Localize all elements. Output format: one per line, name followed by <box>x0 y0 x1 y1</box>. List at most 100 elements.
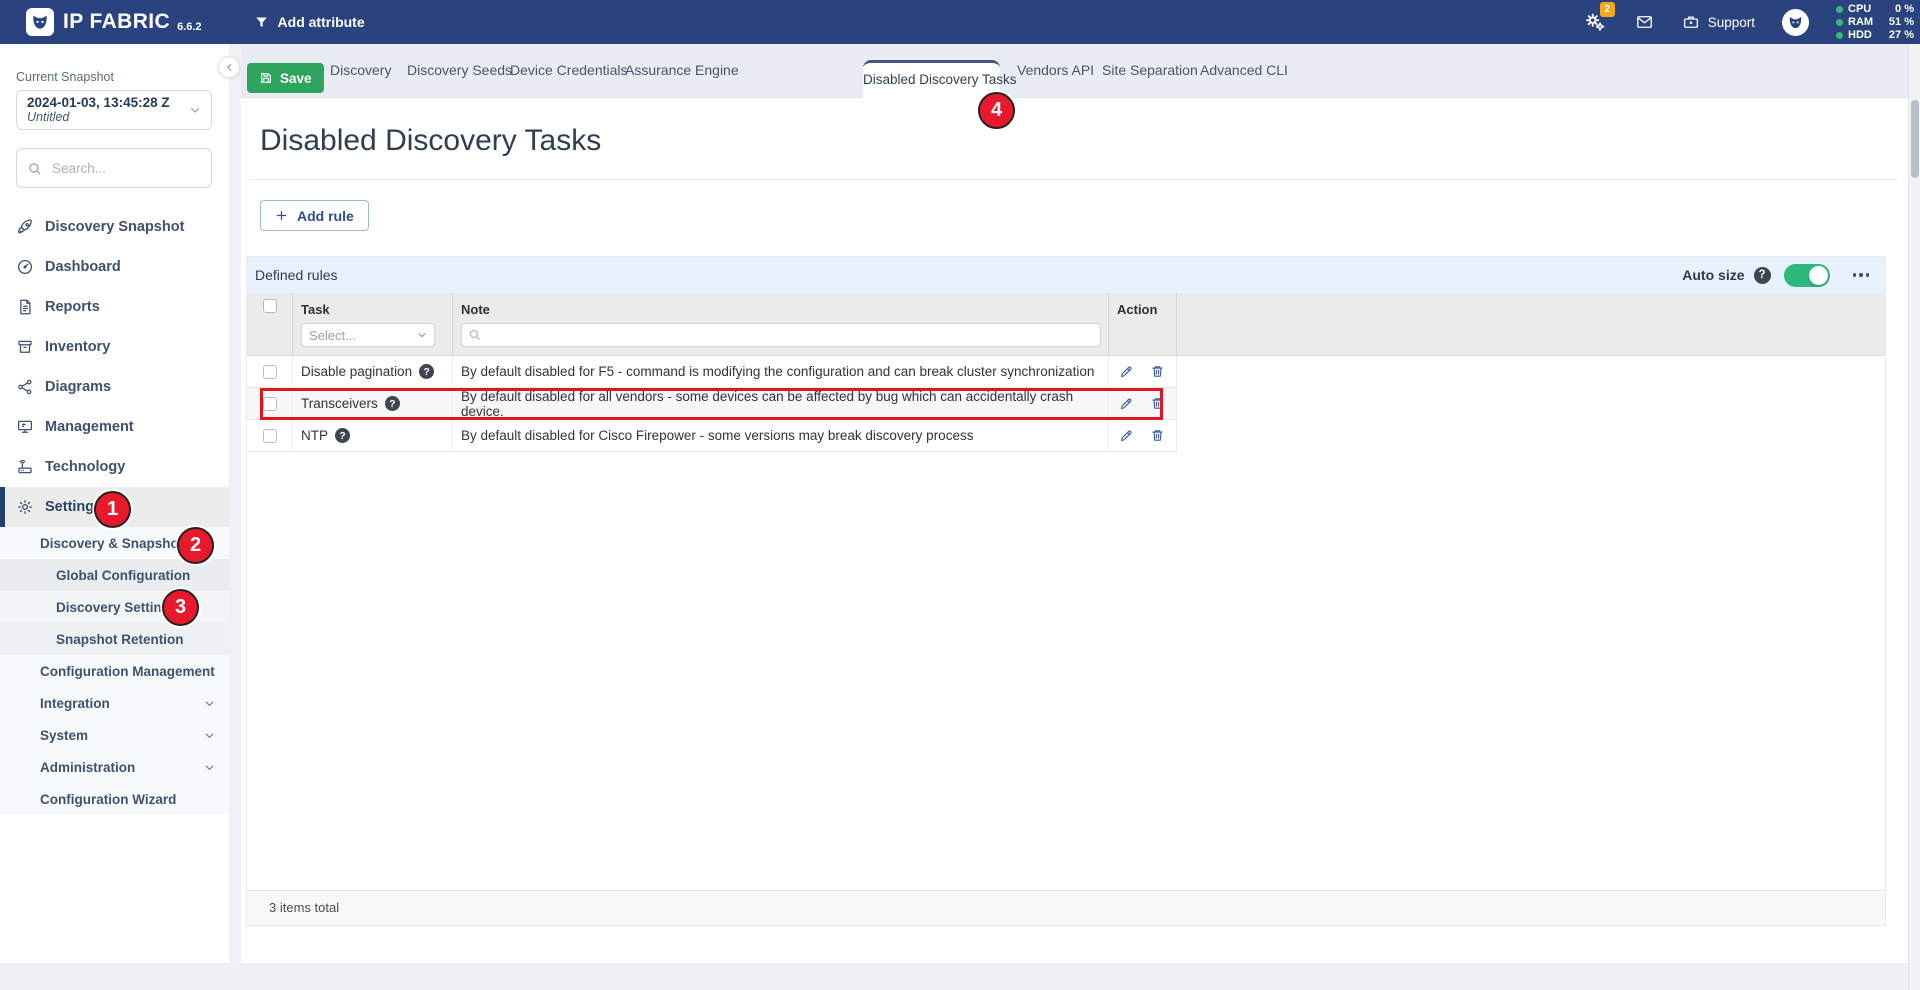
sidebar-collapse-button[interactable] <box>218 56 240 78</box>
rule-note: By default disabled for all vendors - so… <box>461 389 1108 419</box>
action-column-header: Action <box>1109 293 1177 355</box>
rule-note: By default disabled for F5 - command is … <box>461 364 1094 379</box>
edit-pencil-icon[interactable] <box>1119 364 1134 379</box>
task-name: Disable pagination <box>301 364 412 379</box>
submenu-administration[interactable]: Administration <box>0 751 229 783</box>
brand-name: IP FABRIC <box>63 8 170 36</box>
table-row-transceivers: Transceivers ? By default disabled for a… <box>247 388 1885 420</box>
hdd-stat: HDD 27 % <box>1836 29 1914 42</box>
sidebar-item-diagrams[interactable]: Diagrams <box>0 367 229 407</box>
envelope-icon <box>1634 13 1655 31</box>
auto-size-help-icon[interactable]: ? <box>1754 267 1771 284</box>
messages-button[interactable] <box>1634 13 1655 31</box>
sidebar-gutter <box>229 44 241 963</box>
task-help-icon[interactable]: ? <box>385 396 400 411</box>
sidebar-item-discovery-snapshot[interactable]: Discovery Snapshot <box>0 207 229 247</box>
cpu-stat: CPU 0 % <box>1836 3 1914 16</box>
items-total: 3 items total <box>247 890 1885 925</box>
header-filler <box>1177 293 1885 355</box>
chevron-down-icon <box>204 698 215 709</box>
chevron-down-icon <box>204 762 215 773</box>
scrollbar-thumb[interactable] <box>1911 100 1919 178</box>
note-column-header: Note <box>453 293 1109 355</box>
row-checkbox[interactable] <box>263 365 277 379</box>
defined-rules-panel: Defined rules Auto size ? Task <box>246 256 1886 926</box>
task-help-icon[interactable]: ? <box>335 428 350 443</box>
add-rule-button[interactable]: Add rule <box>260 200 369 231</box>
auto-size-label: Auto size <box>1682 267 1744 283</box>
note-filter-input[interactable] <box>461 323 1101 347</box>
tab-device-credentials[interactable]: Device Credentials <box>510 44 628 97</box>
page-scrollbar[interactable] <box>1908 44 1920 990</box>
sidebar-item-inventory[interactable]: Inventory <box>0 327 229 367</box>
edit-pencil-icon[interactable] <box>1119 428 1134 443</box>
monitor-icon <box>16 418 34 436</box>
search-input[interactable] <box>50 160 231 177</box>
support-label: Support <box>1708 15 1755 30</box>
delete-trash-icon[interactable] <box>1150 396 1165 411</box>
submenu-configuration-management[interactable]: Configuration Management <box>0 655 229 687</box>
tab-vendors-api[interactable]: Vendors API <box>1017 44 1094 97</box>
plus-icon <box>275 209 288 222</box>
tab-discovery-seeds[interactable]: Discovery Seeds <box>407 44 512 97</box>
select-all-checkbox[interactable] <box>263 299 277 313</box>
submenu-snapshot-retention[interactable]: Snapshot Retention <box>0 623 229 655</box>
notifications-badge: 2 <box>1600 2 1615 17</box>
system-settings-button[interactable]: 2 <box>1583 11 1607 33</box>
sidebar-item-management[interactable]: Management <box>0 407 229 447</box>
toggle-knob <box>1809 266 1828 285</box>
panel-title: Defined rules <box>255 267 338 283</box>
tab-assurance-engine[interactable]: Assurance Engine <box>625 44 739 97</box>
save-floppy-icon <box>259 71 273 85</box>
select-all-column <box>247 293 293 355</box>
add-attribute-label: Add attribute <box>278 14 365 30</box>
snapshot-date: 2024-01-03, 13:45:28 Z <box>27 96 189 111</box>
table-row-ntp: NTP ? By default disabled for Cisco Fire… <box>247 420 1885 452</box>
submenu-system[interactable]: System <box>0 719 229 751</box>
page-bottom-strip <box>0 963 1920 990</box>
add-rule-label: Add rule <box>297 208 354 224</box>
annotation-step-2: 2 <box>177 527 214 564</box>
sidebar-nav: Discovery Snapshot Dashboard Reports Inv… <box>0 207 229 527</box>
snapshot-name: Untitled <box>27 111 189 125</box>
main-area: Save Discovery Discovery Seeds Device Cr… <box>241 44 1908 963</box>
submenu-integration[interactable]: Integration <box>0 687 229 719</box>
app-version: 6.6.2 <box>177 21 201 33</box>
tab-advanced-cli[interactable]: Advanced CLI <box>1200 44 1288 97</box>
user-avatar[interactable] <box>1782 9 1809 36</box>
sidebar-search <box>16 148 212 188</box>
add-attribute-button[interactable]: Add attribute <box>254 14 365 30</box>
auto-size-toggle[interactable] <box>1784 264 1830 287</box>
page-title: Disabled Discovery Tasks <box>260 124 601 158</box>
tab-site-separation[interactable]: Site Separation <box>1102 44 1198 97</box>
more-options-button[interactable] <box>1851 269 1872 281</box>
snapshot-select[interactable]: 2024-01-03, 13:45:28 Z Untitled <box>16 90 212 130</box>
tab-disabled-discovery-tasks[interactable]: Disabled Discovery Tasks <box>863 60 1000 98</box>
delete-trash-icon[interactable] <box>1150 364 1165 379</box>
annotation-step-3: 3 <box>162 589 199 626</box>
task-help-icon[interactable]: ? <box>419 364 434 379</box>
chevron-down-icon <box>189 104 201 116</box>
row-checkbox[interactable] <box>263 397 277 411</box>
current-snapshot-label: Current Snapshot <box>16 70 114 84</box>
save-button[interactable]: Save <box>247 63 324 93</box>
sidebar-item-label: Inventory <box>45 339 110 355</box>
note-filter-search <box>461 323 1101 347</box>
edit-pencil-icon[interactable] <box>1119 396 1134 411</box>
chevron-down-icon <box>417 330 427 340</box>
annotation-step-1: 1 <box>94 491 131 528</box>
sidebar-item-reports[interactable]: Reports <box>0 287 229 327</box>
delete-trash-icon[interactable] <box>1150 428 1165 443</box>
submenu-configuration-wizard[interactable]: Configuration Wizard <box>0 783 229 815</box>
sidebar-item-technology[interactable]: Technology <box>0 447 229 487</box>
sidebar-item-label: Diagrams <box>45 379 111 395</box>
support-button[interactable]: Support <box>1682 13 1755 31</box>
sidebar-item-dashboard[interactable]: Dashboard <box>0 247 229 287</box>
sidebar-item-label: Dashboard <box>45 259 121 275</box>
tab-discovery[interactable]: Discovery <box>330 44 391 97</box>
settings-submenu: Discovery & Snapshots Global Configurati… <box>0 527 229 815</box>
task-filter-select[interactable]: Select... <box>301 323 435 347</box>
title-divider <box>250 179 1898 180</box>
ram-stat: RAM 51 % <box>1836 16 1914 29</box>
row-checkbox[interactable] <box>263 429 277 443</box>
